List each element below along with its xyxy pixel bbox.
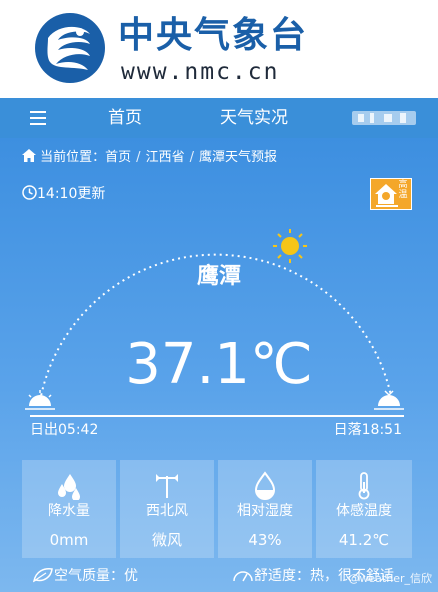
sunset-time: 日落18:51 (333, 422, 402, 438)
main-nav: 首页 天气实况 (0, 98, 438, 138)
breadcrumb-current: 鹰潭天气预报 (198, 150, 277, 165)
breadcrumb-province[interactable]: 江西省 (146, 150, 185, 165)
site-header: 中央气象台 www.nmc.cn (0, 0, 438, 98)
nav-item-home[interactable]: 首页 (108, 98, 142, 138)
metric-humidity: 相对湿度 43% (218, 460, 312, 558)
metric-value: 43% (248, 531, 282, 549)
menu-icon[interactable] (30, 98, 52, 138)
nav-item-obscured[interactable] (350, 98, 420, 138)
wind-vane-icon (156, 474, 178, 498)
current-temperature: 37.1℃ (125, 332, 313, 397)
metric-value: 微风 (151, 531, 182, 549)
warning-level-text: 高温 (398, 180, 408, 200)
metric-label: 西北风 (146, 503, 188, 519)
raindrops-icon (58, 474, 80, 500)
air-quality-text: 空气质量：优 (54, 568, 138, 584)
metric-label: 降水量 (48, 503, 90, 519)
air-quality-item[interactable]: 空气质量：优 (32, 564, 138, 588)
comfort-label: 舒适度： (254, 568, 310, 584)
cma-logo-icon[interactable] (34, 12, 106, 84)
metric-feels-like: 体感温度 41.2℃ (316, 460, 412, 558)
site-name: 中央气象台 (118, 15, 309, 56)
site-url: www.nmc.cn (121, 59, 280, 85)
heat-warning-badge[interactable]: 高温 (370, 178, 412, 210)
update-time: 14:10更新 (22, 184, 105, 204)
metric-precipitation: 降水量 0mm (22, 460, 116, 558)
clock-icon (22, 185, 37, 200)
blurred-nav-icon (352, 111, 416, 125)
metric-value: 41.2℃ (338, 531, 390, 549)
city-name: 鹰潭 (196, 264, 241, 289)
breadcrumb: 当前位置：首页 / 江西省 / 鹰潭天气预报 (22, 148, 277, 168)
metrics-grid: 降水量 0mm 西北风 微风 相对湿度 43% 体感温度 41.2℃ (22, 460, 412, 558)
leaf-icon (32, 568, 53, 583)
sunrise-time: 日出05:42 (30, 422, 99, 438)
breadcrumb-separator: / (136, 150, 141, 165)
metric-label: 体感温度 (336, 503, 392, 519)
home-icon[interactable] (22, 149, 36, 162)
breadcrumb-home[interactable]: 首页 (105, 150, 131, 165)
humidity-drop-icon (254, 471, 276, 500)
sun-position-icon (273, 229, 307, 263)
nav-item-live-weather[interactable]: 天气实况 (220, 98, 288, 138)
breadcrumb-prefix: 当前位置： (40, 150, 106, 165)
weibo-watermark: @weather_信欣 (348, 572, 432, 585)
metric-label: 相对湿度 (237, 503, 293, 519)
metric-value: 0mm (49, 531, 89, 549)
gauge-icon (233, 571, 253, 582)
metric-wind: 西北风 微风 (120, 460, 214, 558)
weather-panel: 当前位置：首页 / 江西省 / 鹰潭天气预报 14:10更新 高温 鹰潭 37.… (0, 138, 438, 592)
update-time-text: 14:10更新 (37, 186, 106, 202)
breadcrumb-separator: / (189, 150, 194, 165)
thermometer-icon (358, 472, 370, 500)
